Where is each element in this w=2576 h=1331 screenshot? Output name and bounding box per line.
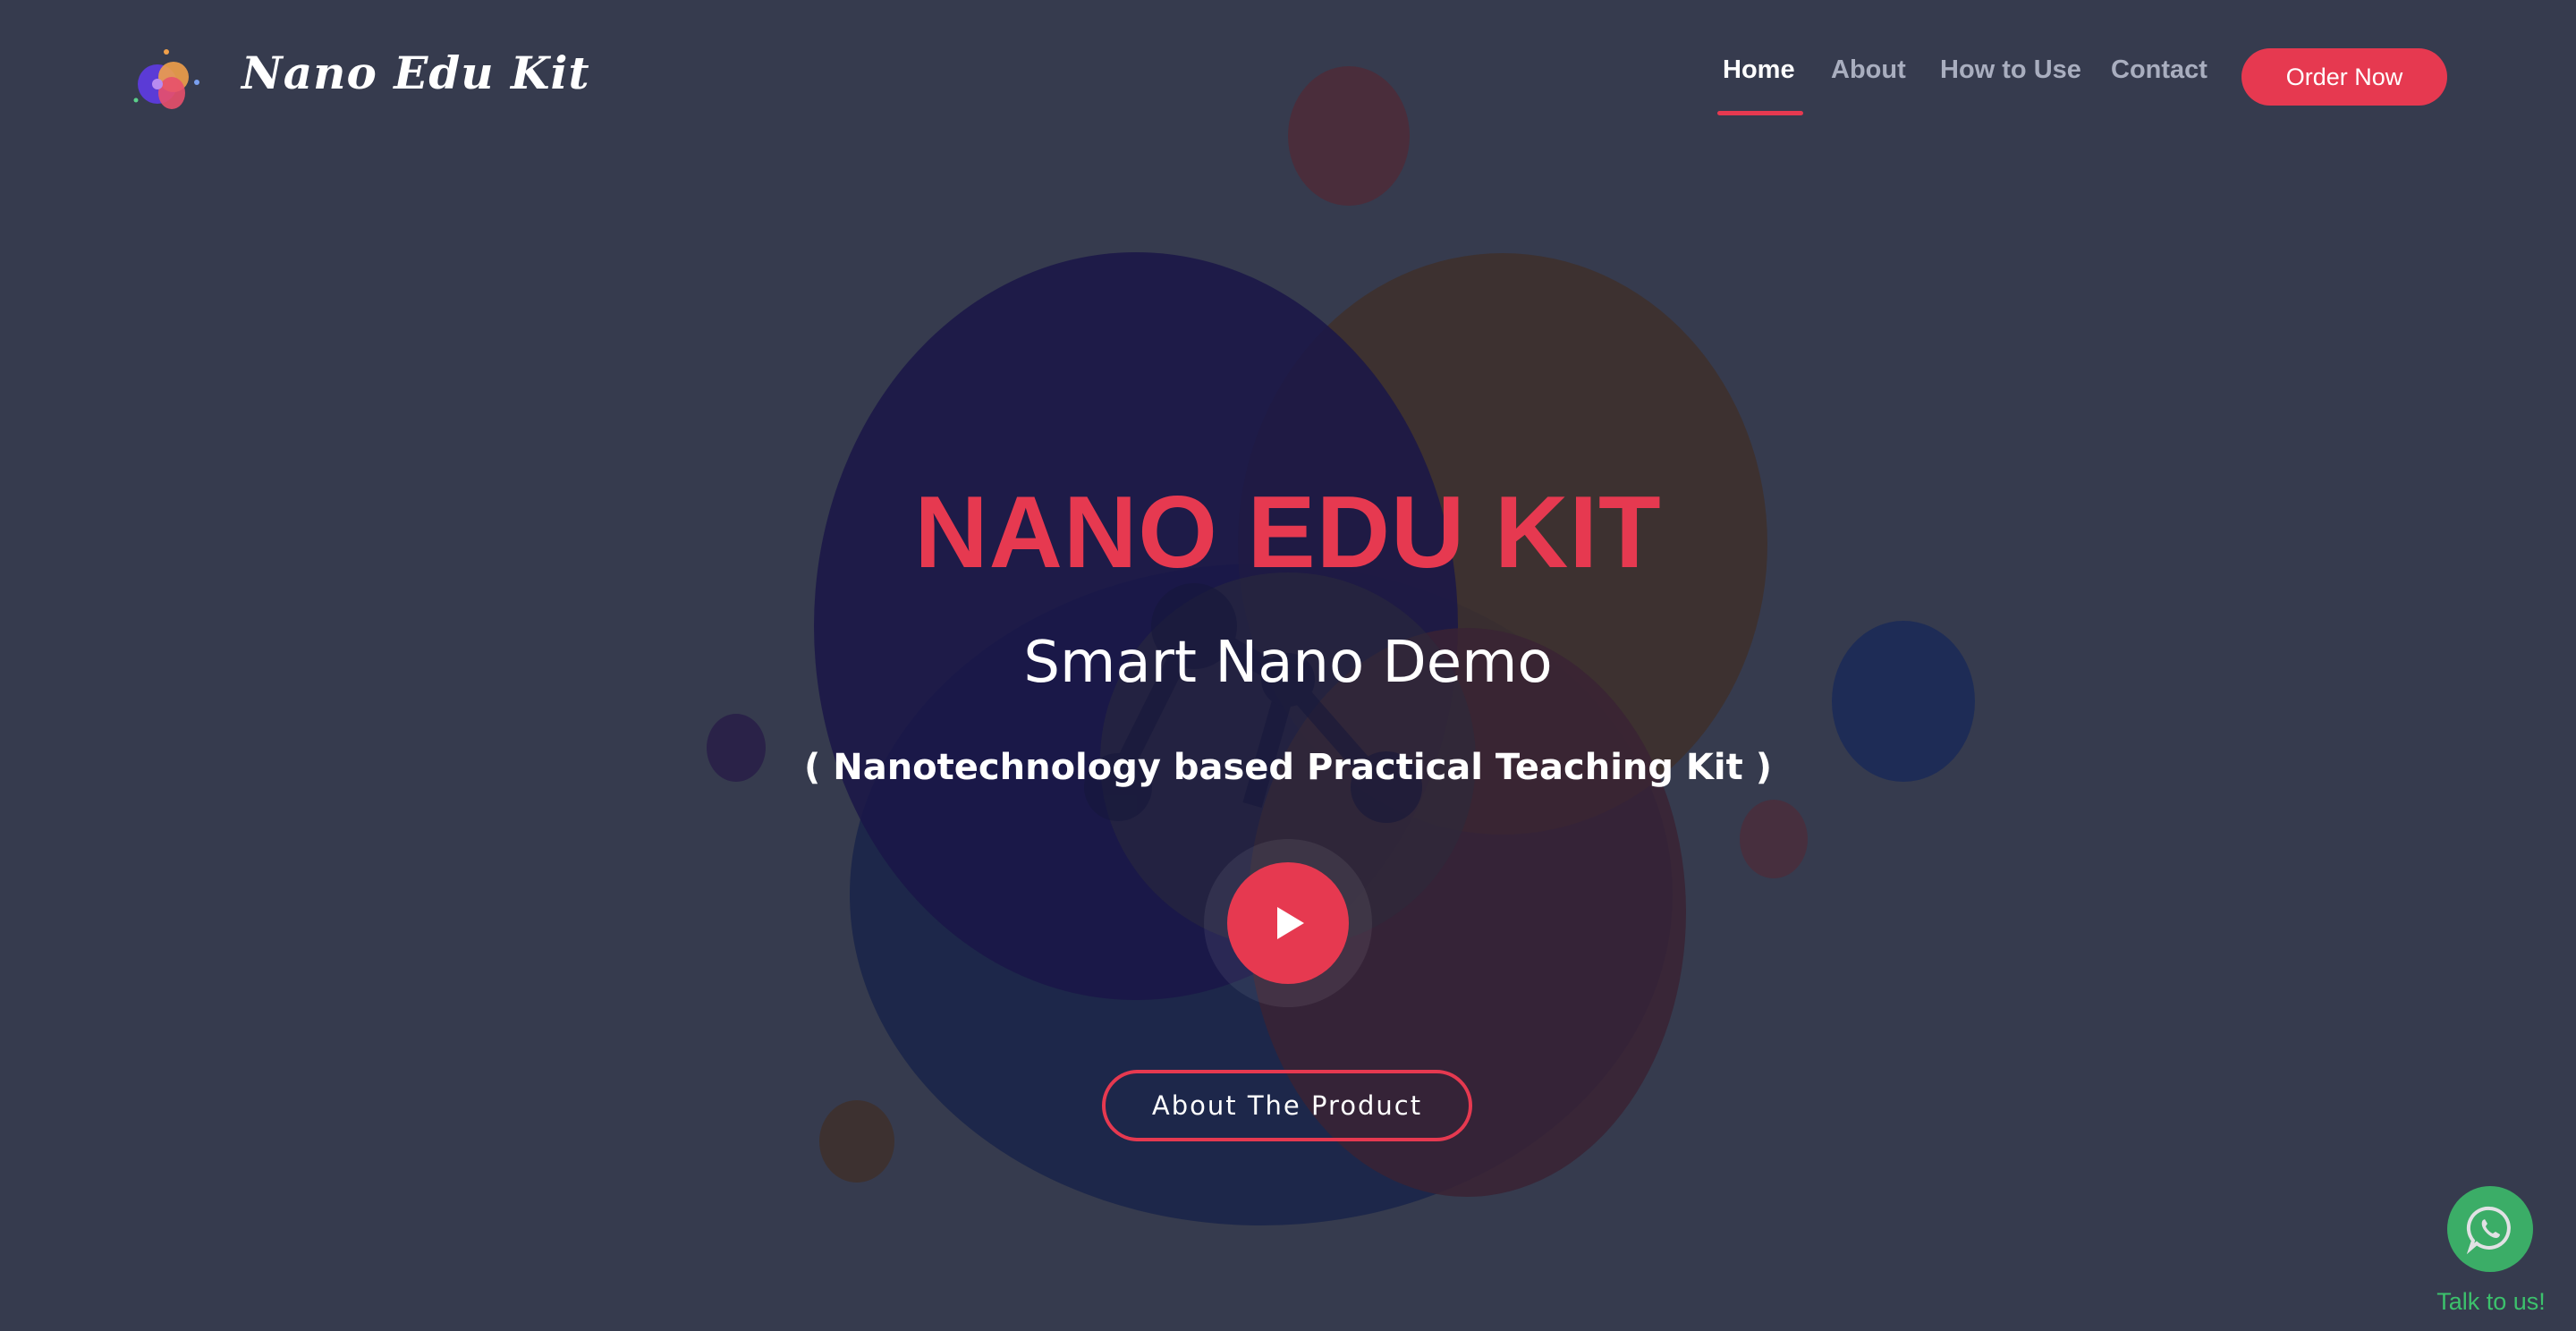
nav-how-to-use[interactable]: How to Use [1940, 55, 2081, 85]
nano-atom-logo-icon[interactable] [131, 45, 202, 116]
play-video-button[interactable] [1204, 839, 1372, 1007]
play-button-circle[interactable] [1227, 862, 1349, 984]
nav-home[interactable]: Home [1723, 55, 1795, 85]
hero-subtitle: Smart Nano Demo [1023, 630, 1553, 696]
whatsapp-icon [2466, 1206, 2511, 1255]
hero-title: NANO EDU KIT [914, 476, 1662, 589]
nav-contact[interactable]: Contact [2111, 55, 2207, 85]
play-icon [1277, 907, 1304, 939]
whatsapp-chat-button[interactable] [2447, 1186, 2533, 1272]
order-now-button[interactable]: Order Now [2241, 48, 2447, 106]
landing-page: Nano Edu Kit Home About How to Use Conta… [0, 0, 2576, 1331]
talk-to-us-label[interactable]: Talk to us! [2415, 1288, 2567, 1316]
nav-about[interactable]: About [1831, 55, 1906, 85]
hero-description: ( Nanotechnology based Practical Teachin… [804, 747, 1772, 788]
brand-name[interactable]: Nano Edu Kit [242, 47, 590, 99]
site-header: Nano Edu Kit Home About How to Use Conta… [0, 0, 2576, 152]
about-product-button[interactable]: About The Product [1102, 1070, 1472, 1141]
nav-active-indicator [1717, 111, 1803, 115]
